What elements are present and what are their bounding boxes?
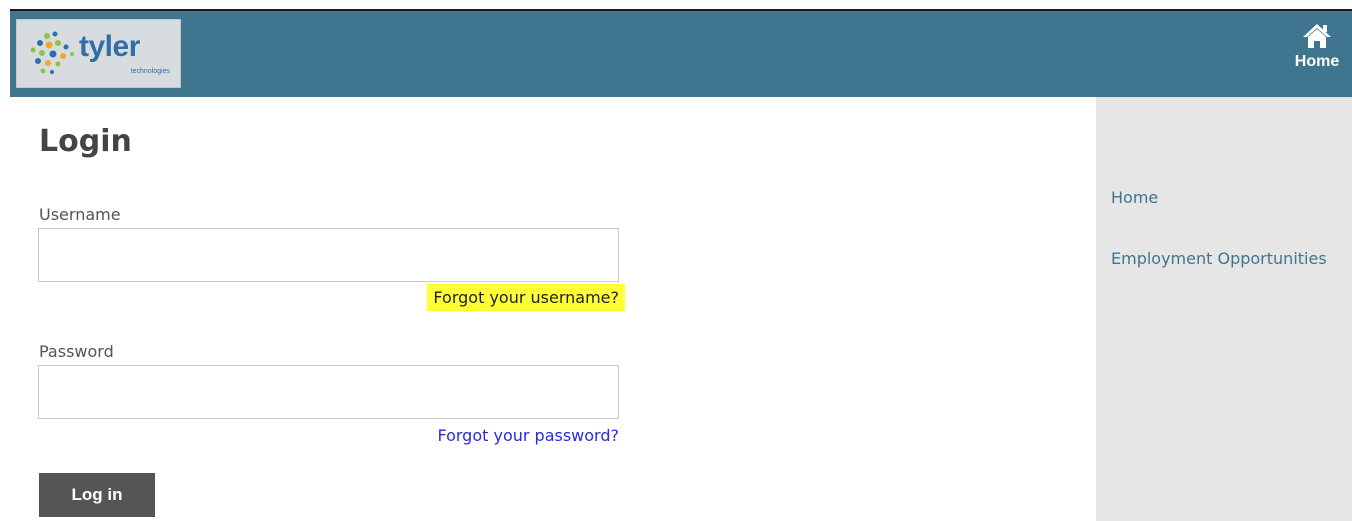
home-icon	[1303, 24, 1331, 48]
sidebar-item-employment-opportunities[interactable]: Employment Opportunities	[1111, 247, 1331, 271]
forgot-password-link[interactable]: Forgot your password?	[437, 426, 619, 445]
page-title: Login	[39, 124, 132, 159]
page: tyler technologies Home Login Username F…	[0, 0, 1352, 521]
password-input[interactable]	[38, 365, 619, 419]
home-button-label: Home	[1294, 53, 1340, 70]
header-home-button[interactable]: Home	[1282, 17, 1352, 91]
password-label: Password	[39, 342, 114, 361]
forgot-username-link[interactable]: Forgot your username?	[427, 284, 625, 311]
header-bar: tyler technologies Home	[10, 11, 1352, 97]
logo-wordmark: tyler	[79, 30, 140, 63]
login-button[interactable]: Log in	[39, 473, 155, 517]
sidebar-item-home[interactable]: Home	[1111, 186, 1331, 210]
username-input[interactable]	[38, 228, 619, 282]
tyler-logo[interactable]: tyler technologies	[16, 19, 181, 88]
top-border	[0, 0, 1352, 9]
logo-subtitle: technologies	[130, 68, 170, 75]
logo-dots-icon	[30, 31, 74, 74]
sidebar: Home Employment Opportunities	[1096, 97, 1352, 521]
username-label: Username	[39, 205, 121, 224]
